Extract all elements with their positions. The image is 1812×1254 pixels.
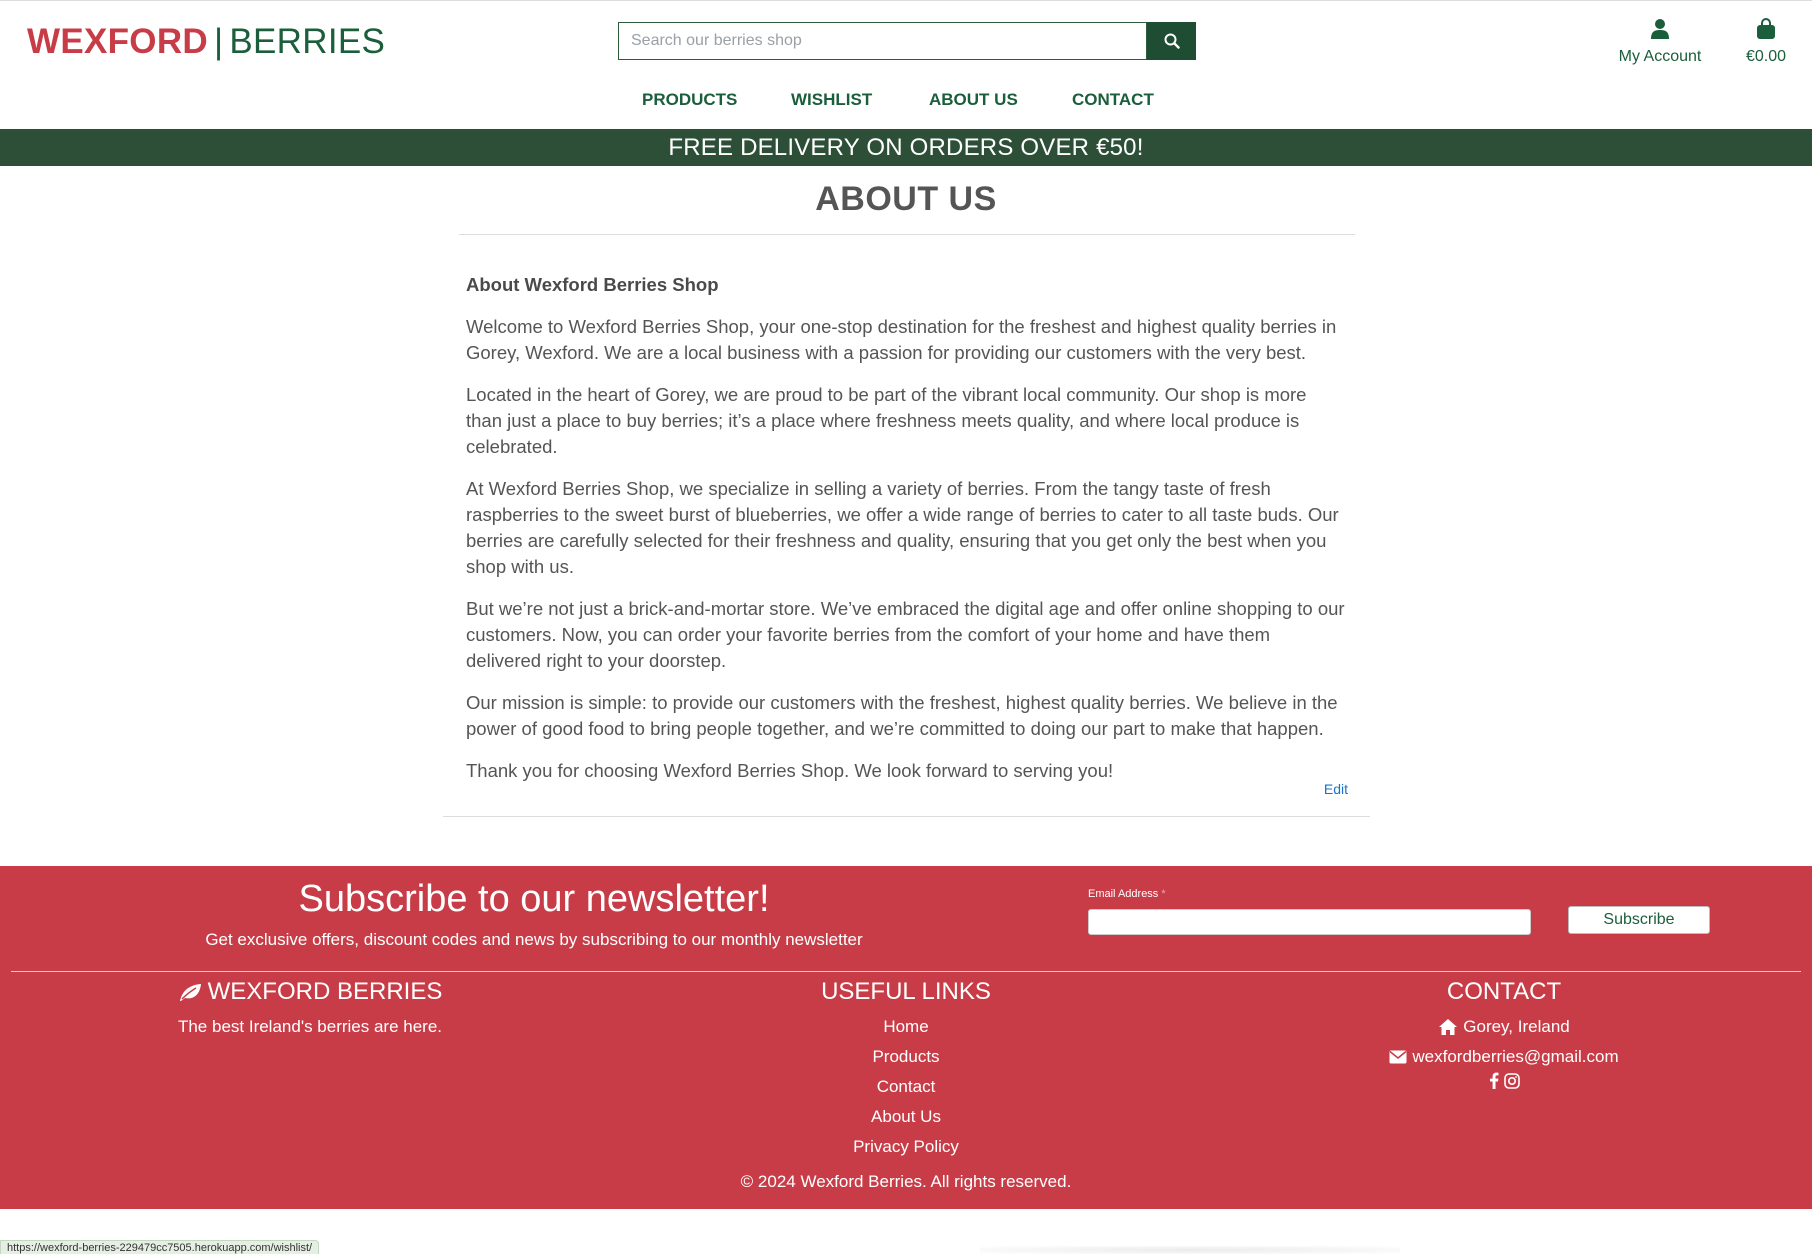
about-paragraph: Welcome to Wexford Berries Shop, your on… bbox=[466, 316, 1337, 363]
site-footer: Subscribe to our newsletter! Get exclusi… bbox=[0, 866, 1812, 1209]
required-mark: * bbox=[1161, 888, 1166, 900]
edit-link[interactable]: Edit bbox=[1300, 781, 1348, 797]
email-label: Email Address * bbox=[1088, 888, 1166, 900]
nav-contact[interactable]: CONTACT bbox=[1072, 90, 1154, 110]
site-logo[interactable]: WEXFORD | BERRIES bbox=[27, 22, 385, 62]
nav-wishlist[interactable]: WISHLIST bbox=[791, 90, 872, 110]
bag-total: €0.00 bbox=[1745, 48, 1787, 65]
search-icon bbox=[1164, 33, 1180, 49]
leaf-icon bbox=[179, 984, 201, 1001]
footer-link-privacy-policy[interactable]: Privacy Policy bbox=[853, 1132, 959, 1162]
newsletter-title: Subscribe to our newsletter! bbox=[298, 878, 770, 920]
footer-link-about-us[interactable]: About Us bbox=[871, 1102, 941, 1132]
newsletter-email-input[interactable] bbox=[1088, 909, 1531, 935]
newsletter-subtitle: Get exclusive offers, discount codes and… bbox=[205, 930, 863, 949]
main-nav: PRODUCTS WISHLIST ABOUT US CONTACT bbox=[0, 90, 1812, 114]
footer-brand-heading: WEXFORD BERRIES bbox=[110, 978, 510, 1006]
footer-divider bbox=[11, 971, 1801, 972]
about-heading: About Wexford Berries Shop bbox=[466, 274, 719, 295]
footer-link-products[interactable]: Products bbox=[872, 1042, 939, 1072]
contact-email-text: wexfordberries@gmail.com bbox=[1412, 1047, 1619, 1066]
contact-email[interactable]: wexfordberries@gmail.com bbox=[1354, 1042, 1654, 1072]
shopping-bag-link[interactable]: €0.00 bbox=[1736, 18, 1796, 66]
search-form bbox=[618, 22, 1196, 60]
title-divider bbox=[459, 234, 1355, 235]
contact-location-text: Gorey, Ireland bbox=[1463, 1017, 1570, 1036]
contact-location: Gorey, Ireland bbox=[1354, 1012, 1654, 1042]
my-account-label: My Account bbox=[1618, 48, 1702, 65]
search-input[interactable] bbox=[618, 22, 1147, 60]
content-divider bbox=[443, 816, 1370, 817]
shopping-bag-icon bbox=[1757, 18, 1775, 39]
about-paragraph: Thank you for choosing Wexford Berries S… bbox=[466, 760, 1114, 781]
envelope-icon bbox=[1389, 1050, 1407, 1064]
home-icon bbox=[1439, 1019, 1458, 1035]
footer-brand-column: WEXFORD BERRIES The best Ireland's berri… bbox=[110, 978, 510, 1042]
footer-links-column: USEFUL LINKS Home Products Contact About… bbox=[756, 978, 1056, 1162]
browser-status-url: https://wexford-berries-229479cc7505.her… bbox=[0, 1240, 320, 1254]
about-paragraph: Our mission is simple: to provide our cu… bbox=[466, 692, 1338, 739]
about-content: About Wexford Berries Shop Welcome to We… bbox=[466, 272, 1346, 800]
page-shadow bbox=[980, 1246, 1400, 1254]
nav-products[interactable]: PRODUCTS bbox=[642, 90, 737, 110]
facebook-icon[interactable] bbox=[1489, 1072, 1499, 1089]
delivery-banner: FREE DELIVERY ON ORDERS OVER €50! bbox=[0, 129, 1812, 166]
footer-tagline: The best Ireland's berries are here. bbox=[177, 1017, 443, 1036]
footer-link-contact[interactable]: Contact bbox=[877, 1072, 936, 1102]
about-paragraph: At Wexford Berries Shop, we specialize i… bbox=[466, 478, 1339, 577]
nav-about-us[interactable]: ABOUT US bbox=[929, 90, 1018, 110]
social-links bbox=[1354, 1072, 1654, 1089]
copyright: © 2024 Wexford Berries. All rights reser… bbox=[740, 1172, 1072, 1191]
footer-brand-name: WEXFORD BERRIES bbox=[207, 978, 443, 1005]
email-label-text: Email Address bbox=[1088, 888, 1159, 900]
logo-separator: | bbox=[213, 22, 224, 61]
about-paragraph: Located in the heart of Gorey, we are pr… bbox=[466, 384, 1307, 457]
footer-contact-column: CONTACT Gorey, Ireland wexfordberries@gm… bbox=[1354, 978, 1654, 1089]
footer-contact-heading: CONTACT bbox=[1446, 978, 1562, 1005]
logo-wexford: WEXFORD bbox=[27, 22, 208, 61]
about-paragraph: But we’re not just a brick-and-mortar st… bbox=[466, 598, 1345, 671]
top-border bbox=[0, 0, 1812, 1]
subscribe-button[interactable]: Subscribe bbox=[1568, 906, 1710, 934]
footer-links-heading: USEFUL LINKS bbox=[821, 978, 991, 1005]
page-title: ABOUT US bbox=[815, 180, 997, 218]
logo-berries: BERRIES bbox=[229, 22, 386, 61]
my-account-link[interactable]: My Account bbox=[1610, 18, 1710, 66]
instagram-icon[interactable] bbox=[1503, 1072, 1520, 1089]
user-icon bbox=[1651, 19, 1669, 39]
footer-link-home[interactable]: Home bbox=[883, 1012, 928, 1042]
search-button[interactable] bbox=[1147, 22, 1196, 60]
